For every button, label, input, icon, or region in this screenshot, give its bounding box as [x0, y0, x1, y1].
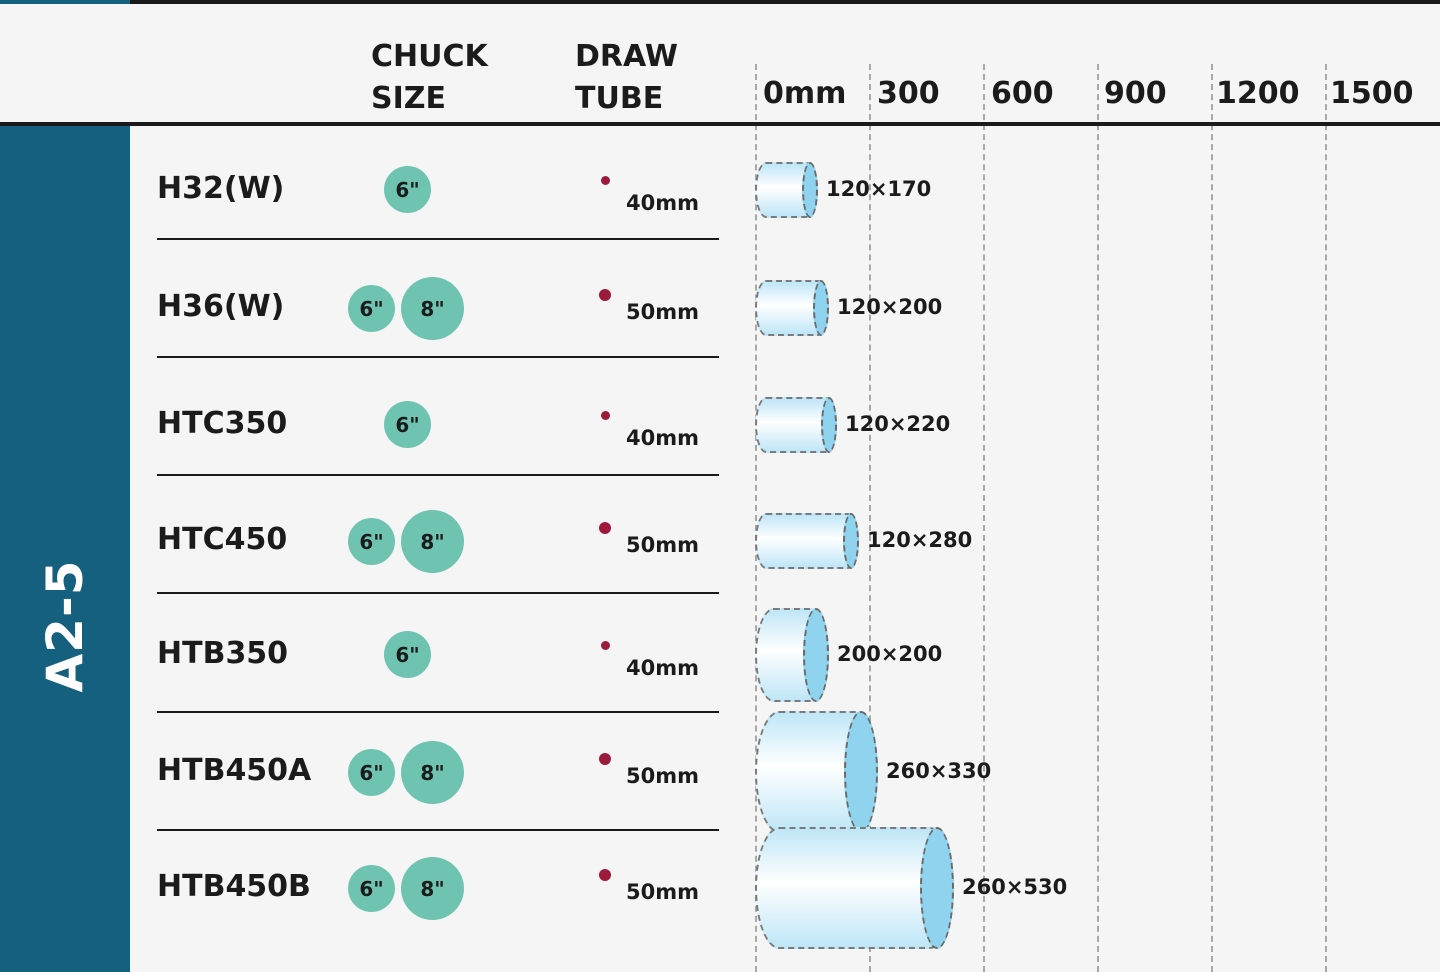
row-divider [157, 592, 719, 594]
model-name: HTC350 [157, 406, 288, 441]
work-envelope-cylinder [755, 513, 859, 569]
draw-tube-dot [599, 753, 611, 765]
row-divider [157, 238, 719, 240]
sidebar: A2-5 [0, 126, 130, 972]
model-name: HTC450 [157, 522, 288, 557]
chuck-size-badge: 6" [348, 285, 395, 332]
work-envelope-cylinder [755, 827, 954, 949]
row-divider [157, 356, 719, 358]
model-name: H32(W) [157, 171, 285, 206]
scale-gridline [1097, 64, 1099, 972]
draw-tube-value: 40mm [626, 656, 699, 680]
chuck-size-badge: 8" [401, 510, 464, 573]
cylinder-end-cap [813, 280, 829, 336]
envelope-dimensions: 120×280 [867, 528, 973, 552]
model-name: HTB350 [157, 636, 289, 671]
chuck-size-badge: 8" [401, 277, 464, 340]
model-name: HTB450B [157, 869, 311, 904]
work-envelope-cylinder [755, 608, 829, 702]
draw-tube-dot [600, 176, 610, 185]
draw-tube-header-line1: DRAW [575, 39, 678, 74]
cylinder-end-cap [802, 162, 818, 218]
top-accent-bar [0, 0, 130, 4]
chuck-size-badge: 6" [384, 166, 431, 213]
chuck-size-badge: 8" [401, 857, 464, 920]
envelope-dimensions: 200×200 [837, 642, 943, 666]
row-divider [157, 829, 719, 831]
work-envelope-cylinder [755, 397, 837, 453]
chuck-size-badge: 6" [348, 518, 395, 565]
model-name: H36(W) [157, 289, 285, 324]
work-envelope-cylinder [755, 162, 818, 218]
scale-gridline [1211, 64, 1213, 972]
envelope-dimensions: 120×170 [826, 177, 932, 201]
scale-label: 900 [1104, 76, 1167, 111]
envelope-dimensions: 260×330 [886, 759, 992, 783]
work-envelope-cylinder [755, 711, 878, 833]
chuck-size-header-line2: SIZE [371, 81, 447, 116]
chuck-size-badge: 6" [384, 631, 431, 678]
envelope-dimensions: 260×530 [962, 875, 1068, 899]
envelope-dimensions: 120×200 [837, 295, 943, 319]
draw-tube-dot [599, 522, 611, 534]
draw-tube-value: 50mm [626, 764, 699, 788]
chuck-size-badge: 6" [348, 749, 395, 796]
cylinder-end-cap [803, 608, 829, 702]
cylinder-end-cap [920, 827, 954, 949]
draw-tube-dot [600, 641, 610, 650]
draw-tube-dot [599, 869, 611, 881]
envelope-dimensions: 120×220 [845, 412, 951, 436]
scale-label: 1200 [1216, 76, 1300, 111]
scale-gridline [1325, 64, 1327, 972]
top-rule [130, 0, 1440, 4]
draw-tube-header-line2: TUBE [575, 81, 664, 116]
model-name: HTB450A [157, 753, 312, 788]
draw-tube-header: DRAW TUBE [575, 36, 678, 120]
scale-label: 300 [877, 76, 940, 111]
draw-tube-value: 40mm [626, 426, 699, 450]
draw-tube-dot [599, 289, 611, 301]
row-divider [157, 474, 719, 476]
draw-tube-value: 50mm [626, 880, 699, 904]
chuck-size-header: CHUCK SIZE [371, 36, 488, 120]
draw-tube-dot [600, 411, 610, 420]
chuck-size-badge: 6" [384, 401, 431, 448]
chuck-size-header-line1: CHUCK [371, 39, 488, 74]
scale-label: 1500 [1330, 76, 1414, 111]
cylinder-end-cap [844, 711, 878, 833]
draw-tube-value: 40mm [626, 191, 699, 215]
scale-label: 0mm [763, 76, 847, 111]
chuck-size-badge: 8" [401, 741, 464, 804]
work-envelope-cylinder [755, 280, 829, 336]
spindle-nose-label: A2-5 [36, 559, 94, 693]
row-divider [157, 711, 719, 713]
draw-tube-value: 50mm [626, 300, 699, 324]
cylinder-end-cap [843, 513, 859, 569]
chuck-size-badge: 6" [348, 865, 395, 912]
cylinder-end-cap [821, 397, 837, 453]
draw-tube-value: 50mm [626, 533, 699, 557]
scale-gridline [983, 64, 985, 972]
header-rule [0, 122, 1440, 126]
scale-label: 600 [991, 76, 1054, 111]
